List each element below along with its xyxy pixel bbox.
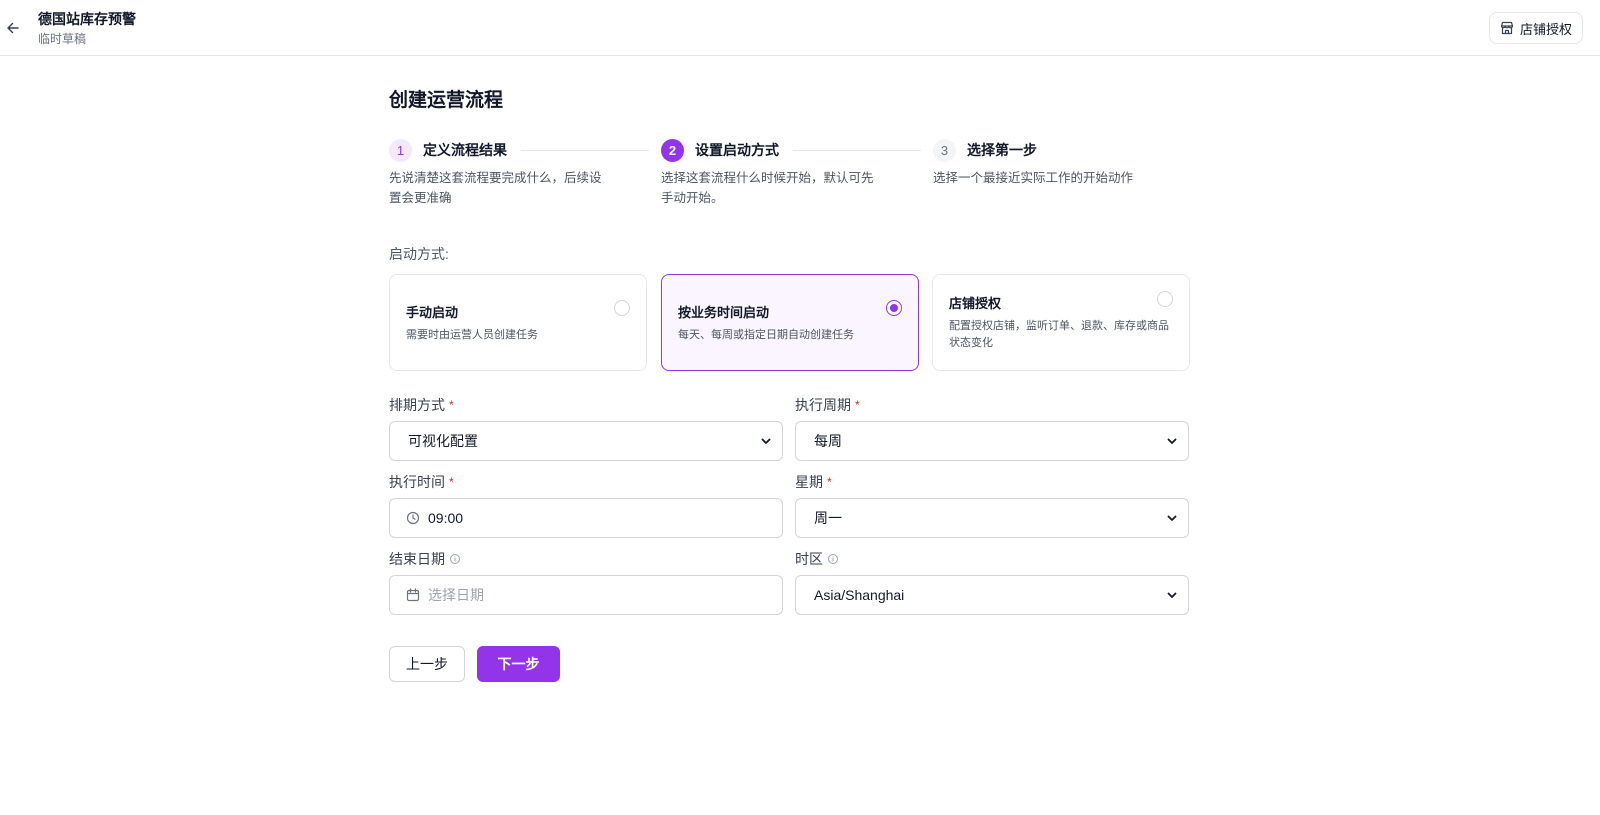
step-1: 1 定义流程结果 先说清楚这套流程要完成什么，后续设置会更准确	[389, 138, 649, 208]
period-select[interactable]: 每周	[795, 421, 1189, 461]
step-label: 选择第一步	[967, 142, 1037, 158]
required-mark: *	[449, 398, 454, 412]
start-mode-label: 启动方式:	[389, 246, 449, 262]
weekday-field: 星期 * 周一	[795, 473, 1189, 538]
prev-step-button[interactable]: 上一步	[389, 646, 465, 682]
next-step-button[interactable]: 下一步	[477, 646, 560, 682]
date-placeholder: 选择日期	[428, 587, 484, 603]
select-value: 可视化配置	[408, 433, 478, 449]
mode-card-manual[interactable]: 手动启动 需要时由运营人员创建任务	[389, 274, 647, 371]
required-mark: *	[449, 475, 454, 489]
mode-card-schedule[interactable]: 按业务时间启动 每天、每周或指定日期自动创建任务	[661, 274, 919, 371]
draft-status: 临时草稿	[38, 32, 87, 46]
schedule-mode-field: 排期方式 * 可视化配置	[389, 396, 783, 461]
store-auth-button[interactable]: 店铺授权	[1489, 12, 1583, 44]
page-title: 创建运营流程	[389, 90, 504, 111]
step-label: 定义流程结果	[423, 142, 507, 158]
select-value: Asia/Shanghai	[814, 587, 905, 603]
step-number: 1	[389, 138, 412, 162]
step-number: 2	[661, 138, 684, 162]
radio-button[interactable]	[614, 300, 630, 316]
top-bar: 德国站库存预警 临时草稿 店铺授权	[0, 0, 1600, 56]
required-mark: *	[827, 475, 832, 489]
calendar-icon	[406, 588, 420, 602]
back-button[interactable]	[3, 18, 23, 38]
end-date-input[interactable]: 选择日期	[389, 575, 783, 615]
chevron-down-icon	[761, 438, 771, 444]
mode-title: 按业务时间启动	[678, 305, 770, 320]
chevron-down-icon	[1167, 515, 1177, 521]
start-mode-options: 手动启动 需要时由运营人员创建任务 按业务时间启动 每天、每周或指定日期自动创建…	[389, 274, 1190, 372]
info-icon[interactable]	[827, 553, 839, 565]
mode-description: 每天、每周或指定日期自动创建任务	[678, 329, 854, 341]
mode-description: 配置授权店铺，监听订单、退款、库存或商品状态变化	[949, 320, 1169, 349]
main-content: 创建运营流程 1 定义流程结果 先说清楚这套流程要完成什么，后续设置会更准确 2…	[389, 88, 1190, 682]
timezone-select[interactable]: Asia/Shanghai	[795, 575, 1189, 615]
step-number: 3	[933, 138, 956, 162]
field-label: 结束日期	[389, 551, 445, 567]
weekday-select[interactable]: 周一	[795, 498, 1189, 538]
mode-card-store-auth[interactable]: 店铺授权 配置授权店铺，监听订单、退款、库存或商品状态变化	[932, 274, 1190, 371]
store-auth-label: 店铺授权	[1519, 21, 1572, 37]
step-connector	[793, 149, 921, 151]
field-label: 排期方式	[389, 397, 445, 413]
required-mark: *	[855, 398, 860, 412]
step-description: 选择一个最接近实际工作的开始动作	[933, 171, 1134, 185]
info-icon[interactable]	[449, 553, 461, 565]
step-label: 设置启动方式	[695, 142, 779, 158]
page-header-title: 德国站库存预警	[38, 11, 136, 27]
input-value: 09:00	[428, 510, 464, 526]
field-label: 执行周期	[795, 397, 851, 413]
end-date-field: 结束日期 选择日期	[389, 550, 783, 615]
arrow-left-icon	[7, 22, 19, 34]
field-label: 执行时间	[389, 474, 445, 490]
store-icon	[1500, 21, 1514, 35]
chevron-down-icon	[1167, 438, 1177, 444]
mode-title: 店铺授权	[949, 296, 1002, 311]
exec-time-field: 执行时间 * 09:00	[389, 473, 783, 538]
mode-description: 需要时由运营人员创建任务	[406, 329, 538, 341]
step-description: 选择这套流程什么时候开始，默认可先手动开始。	[661, 171, 874, 205]
period-field: 执行周期 * 每周	[795, 396, 1189, 461]
clock-icon	[406, 511, 420, 525]
step-connector	[521, 149, 649, 151]
chevron-down-icon	[1167, 592, 1177, 598]
step-description: 先说清楚这套流程要完成什么，后续设置会更准确	[389, 171, 602, 205]
field-label: 星期	[795, 474, 823, 490]
field-label: 时区	[795, 551, 823, 567]
stepper: 1 定义流程结果 先说清楚这套流程要完成什么，后续设置会更准确 2 设置启动方式…	[389, 138, 1189, 218]
title-block: 德国站库存预警 临时草稿	[38, 10, 136, 47]
select-value: 周一	[814, 510, 842, 526]
step-3: 3 选择第一步 选择一个最接近实际工作的开始动作	[933, 138, 1193, 188]
select-value: 每周	[814, 433, 842, 449]
radio-button[interactable]	[1157, 291, 1173, 307]
timezone-field: 时区 Asia/Shanghai	[795, 550, 1189, 615]
form-actions: 上一步 下一步	[389, 646, 560, 682]
step-2: 2 设置启动方式 选择这套流程什么时候开始，默认可先手动开始。	[661, 138, 921, 208]
mode-title: 手动启动	[406, 305, 459, 320]
radio-button-checked[interactable]	[886, 300, 902, 316]
schedule-mode-select[interactable]: 可视化配置	[389, 421, 783, 461]
exec-time-input[interactable]: 09:00	[389, 498, 783, 538]
